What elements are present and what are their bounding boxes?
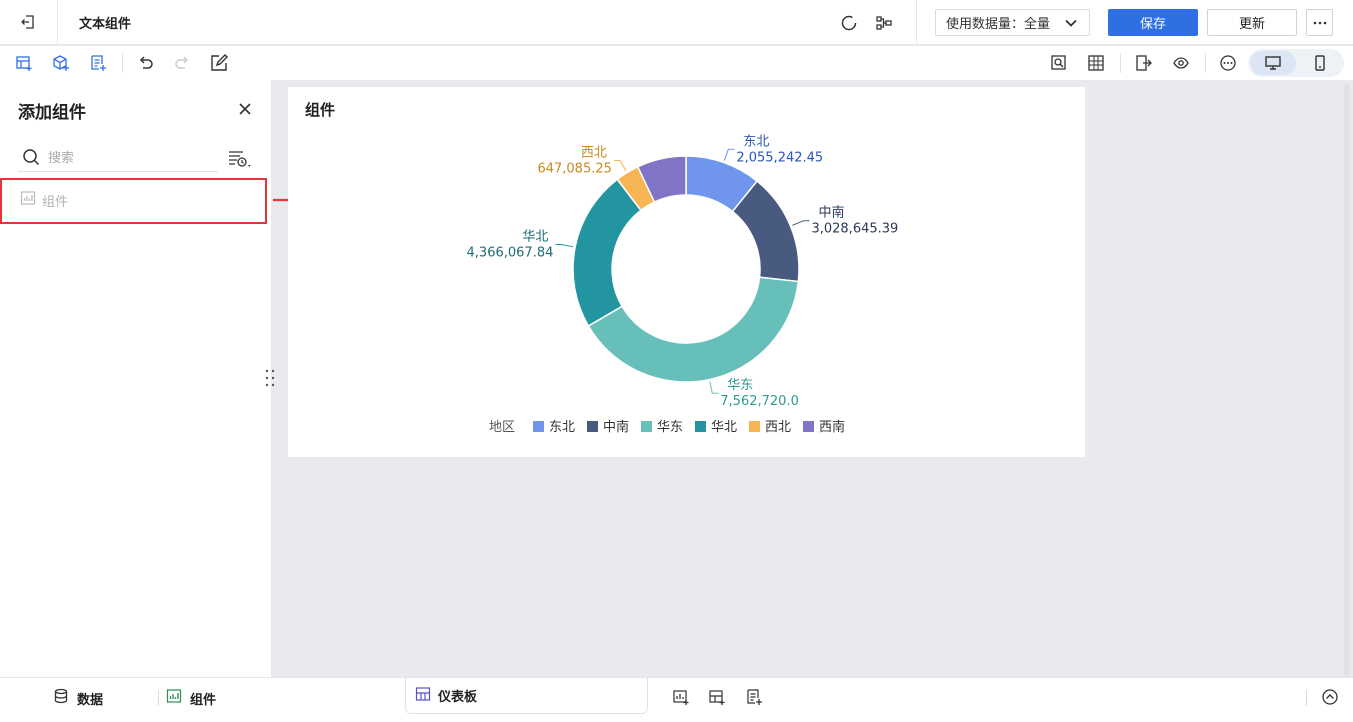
save-button[interactable]: 保存 [1108, 9, 1198, 36]
preview-search-icon[interactable] [1048, 52, 1070, 74]
drag-handle-icon[interactable] [264, 368, 276, 388]
slice-value-label: 647,085.25 [537, 162, 611, 177]
data-tab-label: 数据 [77, 692, 104, 708]
panel-title: 添加组件 [18, 103, 86, 123]
component-tab-label: 组件 [190, 692, 217, 708]
divider [1205, 53, 1206, 73]
slice-name-label: 中南 [818, 205, 844, 221]
page-title: 文本组件 [79, 17, 132, 32]
legend-swatch [695, 421, 706, 432]
legend-title: 地区 [489, 420, 515, 435]
search-box [18, 144, 218, 172]
legend-label: 东北 [549, 420, 575, 435]
toolbar [0, 46, 1353, 80]
divider [122, 53, 123, 73]
legend-swatch [587, 421, 598, 432]
legend-label: 华东 [657, 420, 683, 435]
add-component-icon[interactable] [50, 52, 72, 74]
add-component-panel: 添加组件 组件 [0, 80, 271, 677]
component-item-label: 组件 [42, 194, 69, 210]
add-dashboard-icon[interactable] [706, 686, 728, 708]
donut-slice[interactable] [587, 276, 800, 383]
more-circle-icon[interactable] [1217, 52, 1239, 74]
mobile-icon[interactable] [1309, 52, 1331, 74]
donut-slice[interactable] [572, 178, 643, 327]
divider [1306, 690, 1307, 706]
slice-value-label: 2,055,242.45 [736, 150, 823, 165]
data-tab[interactable]: 数据 [53, 687, 103, 709]
canvas-scrollbar[interactable] [1344, 84, 1350, 678]
label-leader-line [792, 220, 810, 226]
dashboard-tab-label: 仪表板 [438, 690, 478, 705]
divider [1120, 53, 1121, 73]
desktop-icon[interactable] [1262, 52, 1284, 74]
relation-icon[interactable] [873, 12, 895, 34]
legend-label: 华北 [711, 420, 737, 435]
legend-label: 西北 [765, 420, 791, 435]
chart-icon [166, 688, 182, 708]
slice-value-label: 3,028,645.39 [811, 222, 898, 237]
add-chart-icon[interactable] [13, 52, 35, 74]
data-volume-value: 使用数据量：全量 [946, 17, 1051, 32]
legend-swatch [803, 421, 814, 432]
slice-name-label: 东北 [743, 134, 769, 149]
export-icon[interactable] [1133, 52, 1155, 74]
component-item[interactable]: 组件 [20, 190, 68, 210]
dashboard-tab[interactable]: 仪表板 [405, 678, 648, 714]
database-icon [53, 688, 69, 708]
top-bar: 文本组件 使用数据量：全量 保存 更新 [0, 0, 1353, 45]
chart-card[interactable]: 组件 东北 2,055,242.45 中南 3,028,645.39 华东 7,562,7… [288, 87, 1085, 457]
slice-name-label: 华北 [522, 230, 548, 245]
edit-icon[interactable] [208, 52, 230, 74]
component-tab[interactable]: 组件 [166, 687, 216, 709]
divider [916, 0, 917, 45]
refresh-icon[interactable] [838, 12, 860, 34]
legend-label: 中南 [603, 419, 629, 435]
collapse-up-icon[interactable] [1319, 686, 1341, 708]
chevron-down-icon [1063, 15, 1079, 35]
dashboard-icon [415, 686, 431, 706]
legend-swatch [641, 421, 652, 432]
label-leader-line [723, 148, 735, 161]
search-input[interactable] [48, 147, 213, 169]
slice-value-label: 7,562,720.0 [720, 394, 799, 409]
undo-icon[interactable] [135, 52, 157, 74]
redo-icon[interactable] [171, 52, 193, 74]
grid-layout-icon[interactable] [1085, 52, 1107, 74]
preview-eye-icon[interactable] [1170, 52, 1192, 74]
label-leader-line [709, 381, 719, 394]
add-report-icon[interactable] [743, 686, 765, 708]
slice-value-label: 4,366,067.84 [467, 246, 554, 261]
update-button[interactable]: 更新 [1207, 9, 1297, 36]
slice-name-label: 华东 [727, 378, 753, 393]
legend-swatch [749, 421, 760, 432]
add-chart-icon[interactable] [670, 686, 692, 708]
search-icon [22, 148, 40, 170]
legend-swatch [533, 421, 544, 432]
label-leader-line [555, 244, 574, 248]
close-icon[interactable] [234, 98, 256, 120]
label-leader-line [613, 160, 627, 172]
chart-icon [20, 190, 36, 210]
donut-chart: 东北2,055,242.45中南3,028,645.39华东7,562,720.… [467, 134, 899, 435]
add-report-icon[interactable] [87, 52, 109, 74]
divider [158, 690, 159, 706]
legend-label: 西南 [819, 419, 845, 435]
filter-sort-icon[interactable] [226, 147, 254, 171]
divider [57, 0, 58, 45]
slice-name-label: 西北 [581, 146, 607, 161]
bottom-bar: 数据 组件 仪表板 [0, 677, 1353, 722]
data-volume-select[interactable]: 使用数据量：全量 [935, 9, 1090, 36]
more-icon[interactable] [1306, 9, 1333, 36]
exit-icon[interactable] [14, 11, 42, 33]
